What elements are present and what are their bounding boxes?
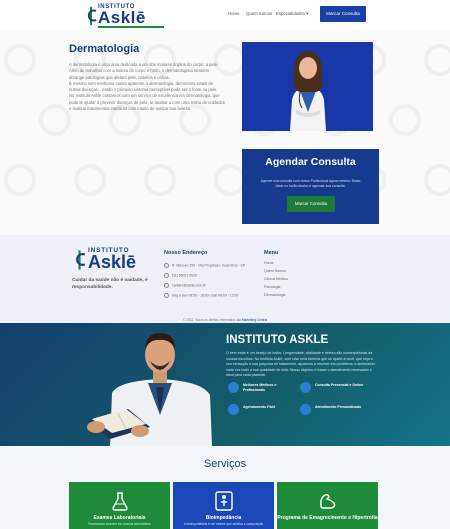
services-section: Serviços Exames Laboratoriais Realizamos… [0, 446, 450, 529]
agendar-consulta-card: Agendar Consulta Agende sua consulta com… [242, 149, 379, 224]
service-title: Exames Laboratoriais [93, 515, 146, 521]
hero-paragraph: Além de trabalhar com a beleza do corpo … [69, 68, 210, 80]
footer-section: INSTITUTO Asklē Cuidar da saúde não é va… [0, 235, 450, 323]
feature-item: Consulta Presencial e Online [300, 382, 370, 394]
email-icon [164, 283, 169, 288]
copyright: © 2022. Todos os direitos reservados. Ao… [0, 318, 450, 322]
service-subtitle: Realizamos exames em nossos laboratórios [88, 522, 151, 526]
page-title: Dermatologia [69, 43, 140, 55]
doctor-photo [242, 42, 373, 131]
service-card-bioimpedancia[interactable]: Bioimpedância A bioimpedância é um exame… [173, 482, 274, 529]
phone-line[interactable]: (11) 96021-9020 [164, 273, 197, 278]
feature-label: Consulta Presencial e Online [315, 383, 364, 387]
email-line[interactable]: contato@askle.com.br [164, 283, 206, 288]
address-text: R. Manoel, 255 - Vila Progresso, Guarulh… [172, 263, 246, 268]
logo-mark-icon [87, 7, 97, 25]
doctor-with-book-illustration [87, 333, 212, 446]
footer-logo[interactable]: INSTITUTO Asklē [72, 247, 162, 273]
user-care-icon [300, 404, 311, 415]
banner-text: O bem estar é um desejo de todos. Longev… [226, 351, 376, 377]
feature-label: Atendimento Personalizado [315, 405, 362, 409]
feature-label: Agendamento Fácil [243, 405, 276, 409]
location-icon [164, 263, 169, 268]
footer-tagline: Cuidar da saúde não é vaidade, é respons… [72, 278, 148, 290]
menu-heading: Menu [264, 250, 279, 256]
services-title: Serviços [203, 458, 247, 470]
logo-big-text: Asklē [98, 8, 146, 27]
askle-logo[interactable]: INSTITUTO Asklē [84, 4, 174, 28]
hero-description: A dermatologia é uma área dedicada a um … [69, 62, 225, 112]
phone-icon [164, 273, 169, 278]
clock-icon [164, 293, 169, 298]
address-line: R. Manoel, 255 - Vila Progresso, Guarulh… [164, 263, 245, 268]
footer-menu-dermatologia[interactable]: Dermatologia [264, 293, 285, 297]
agenda-title: Agendar Consulta [265, 156, 356, 168]
video-call-icon [300, 382, 311, 393]
hero-section: Dermatologia A dermatologia é uma área d… [0, 30, 450, 235]
nav-especialidades[interactable]: Especialidades ▾ [276, 11, 308, 17]
nav-home[interactable]: Home [228, 11, 239, 16]
about-banner: INSTITUTO ASKLE O bem estar é um desejo … [0, 323, 450, 446]
logo-underline [98, 26, 164, 28]
phone-text: (11) 96021-9020 [172, 273, 197, 278]
copyright-text: © 2022. Todos os direitos reservados. [182, 318, 237, 322]
agency-link[interactable]: Ao Marketing Central [237, 318, 267, 322]
background-pattern [4, 44, 450, 196]
service-card-exames[interactable]: Exames Laboratoriais Realizamos exames e… [69, 482, 170, 529]
hero-paragraph: É mesmo sem nenhuma causa aparente a der… [69, 80, 218, 93]
agenda-marcar-consulta-button[interactable]: Marcar Consulta [287, 196, 335, 212]
feature-item: Atendimento Personalizado [300, 404, 370, 416]
body-scan-icon [215, 491, 233, 511]
doctor-icon [228, 382, 239, 393]
logo-big-text: Asklē [88, 252, 137, 272]
flask-icon [112, 492, 128, 511]
email-text: contato@askle.com.br [172, 283, 206, 288]
service-title: Programa de Emagrecimento e Hipertrofia [277, 515, 378, 521]
footer-menu-psicologia[interactable]: Psicologia [264, 285, 280, 289]
feature-label: Melhores Médicos e Profissionais [243, 383, 277, 392]
logo-mark-icon [76, 250, 86, 270]
feature-item: Melhores Médicos e Profissionais [228, 382, 298, 394]
footer-menu-home[interactable]: Home [264, 261, 274, 265]
service-subtitle: A bioimpedância é um exame que analisa a… [183, 522, 264, 526]
feature-item: Agendamento Fácil [228, 404, 298, 416]
site-header: INSTITUTO Asklē Home Quem Somos Especial… [0, 0, 450, 30]
nav-quem-somos[interactable]: Quem Somos [246, 11, 272, 16]
calendar-icon [228, 404, 239, 415]
footer-menu-quem-somos[interactable]: Quem Somos [264, 269, 286, 273]
chevron-down-icon: ▾ [306, 11, 309, 16]
service-title: Bioimpedância [205, 515, 242, 521]
address-heading: Nosso Endereço [164, 250, 208, 256]
muscle-icon [320, 494, 336, 509]
banner-title: INSTITUTO ASKLE [226, 334, 329, 346]
hero-paragraph: No Instituto Asklē contamos com um servi… [69, 93, 225, 112]
header-marcar-consulta-button[interactable]: Marcar Consulta [320, 6, 366, 22]
service-card-emagrecimento[interactable]: Programa de Emagrecimento e Hipertrofia [277, 482, 378, 529]
hours-line: Seg a Sex 08:00 - 18:00 | Sab 08:00 - 12… [164, 293, 238, 298]
footer-menu-clinica-medica[interactable]: Clínica Médica [264, 277, 288, 281]
hours-text: Seg a Sex 08:00 - 18:00 | Sab 08:00 - 12… [172, 293, 239, 298]
nav-especialidades-label: Especialidades [276, 11, 305, 16]
doctor-illustration [242, 42, 373, 131]
agenda-text: Agende sua consulta com nosso Profission… [260, 179, 361, 188]
